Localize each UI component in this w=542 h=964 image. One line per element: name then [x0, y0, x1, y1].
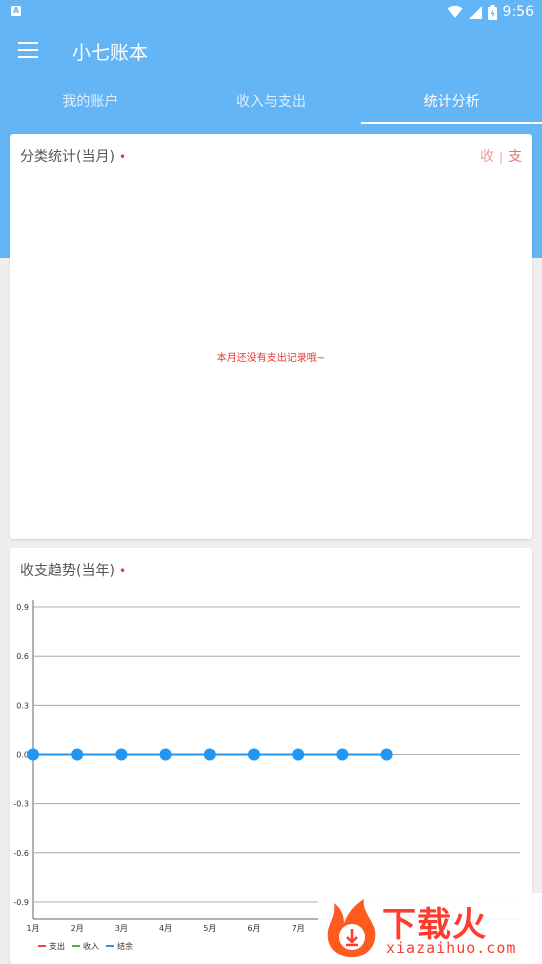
data-point [380, 748, 393, 761]
signal-icon [468, 5, 482, 19]
flame-logo-icon [327, 899, 376, 957]
menu-icon[interactable] [18, 42, 38, 58]
tab-income-expense[interactable]: 收入与支出 [181, 80, 362, 124]
data-point [115, 748, 128, 761]
watermark: 下载火 xiazaihuo.com [318, 893, 542, 964]
toggle-expense[interactable]: 支 [508, 149, 522, 165]
category-stats-card: 分类统计(当月) • 收 | 支 本月还没有支出记录哦~ [10, 134, 532, 539]
data-point [203, 748, 216, 761]
legend-label: 支出 [49, 941, 65, 951]
required-dot: • [118, 150, 127, 164]
status-bar: A 9:56 [0, 0, 542, 24]
x-tick-label: 1月 [26, 924, 39, 933]
x-tick-label: 4月 [159, 924, 172, 933]
y-tick-label: -0.6 [13, 849, 29, 858]
category-stats-title: 分类统计(当月) • [20, 146, 126, 166]
legend-label: 结余 [117, 941, 133, 951]
legend-label: 收入 [83, 941, 99, 951]
data-point [248, 748, 260, 761]
tab-accounts[interactable]: 我的账户 [0, 80, 181, 124]
y-tick-label: 0.3 [16, 701, 29, 710]
battery-icon [487, 4, 497, 20]
tab-statistics[interactable]: 统计分析 [361, 80, 542, 124]
wifi-icon [447, 5, 463, 19]
app-bar: 小七账本 [0, 24, 542, 80]
x-tick-label: 7月 [292, 924, 305, 933]
watermark-url: xiazaihuo.com [386, 939, 517, 957]
app-title: 小七账本 [72, 42, 149, 64]
tab-bar: 我的账户 收入与支出 统计分析 [0, 80, 542, 124]
data-point [159, 748, 172, 761]
toggle-separator: | [498, 150, 503, 164]
income-expense-toggle: 收 | 支 [480, 146, 522, 166]
data-point [336, 748, 349, 761]
x-tick-label: 5月 [203, 924, 216, 933]
status-icons: 9:56 [447, 2, 534, 22]
x-tick-label: 3月 [115, 924, 128, 933]
y-tick-label: 0.6 [16, 652, 29, 661]
data-point [292, 748, 305, 761]
toggle-income[interactable]: 收 [480, 149, 494, 165]
y-tick-label: -0.3 [13, 800, 29, 809]
data-point [27, 748, 39, 761]
x-tick-label: 2月 [71, 924, 84, 933]
clock: 9:56 [502, 4, 534, 20]
x-tick-label: 6月 [247, 924, 260, 933]
empty-state-message: 本月还没有支出记录哦~ [216, 353, 326, 364]
y-tick-label: -0.9 [13, 898, 29, 907]
data-point [71, 748, 84, 761]
y-tick-label: 0.9 [16, 603, 29, 612]
app-notification-icon: A [11, 6, 21, 16]
category-stats-title-text: 分类统计(当月) [20, 149, 115, 165]
